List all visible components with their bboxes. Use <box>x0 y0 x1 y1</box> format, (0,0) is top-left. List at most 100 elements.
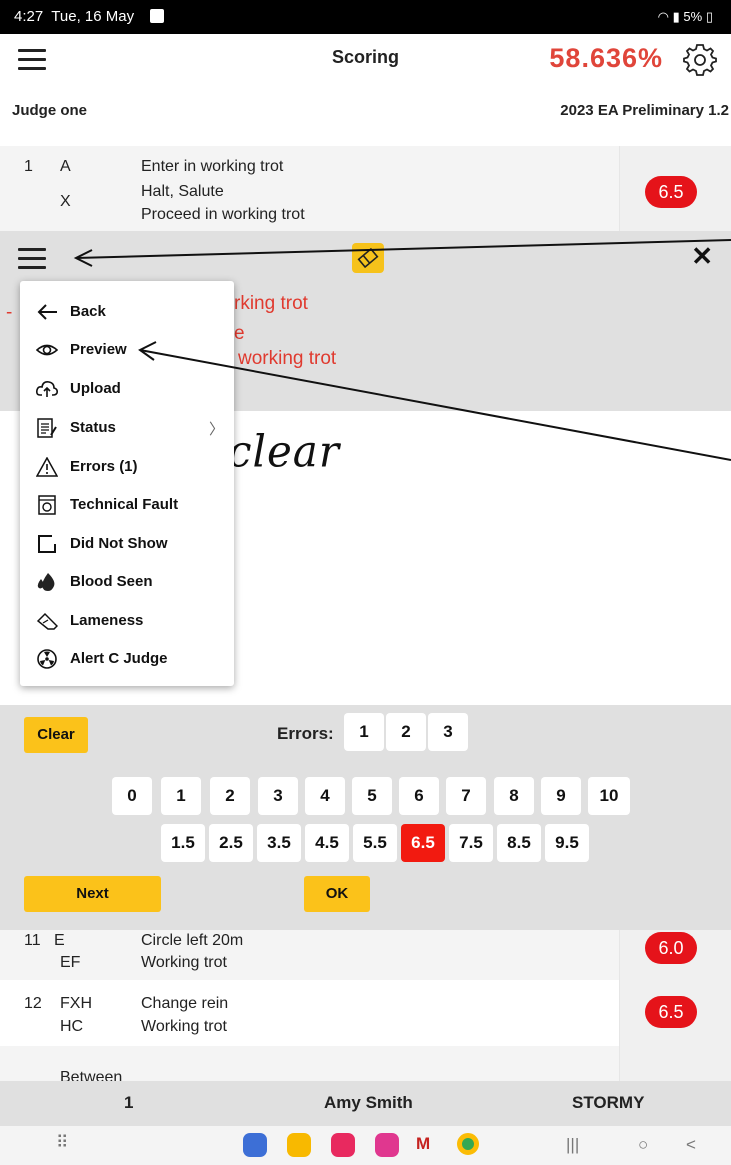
recents-button[interactable]: ||| <box>566 1135 579 1155</box>
movement-row-partial[interactable]: Between <box>0 1046 731 1081</box>
menu-item-label: Errors (1) <box>70 458 138 475</box>
movement-marker: HC <box>60 1018 84 1035</box>
menu-item-errors[interactable]: Errors (1) <box>20 448 234 486</box>
signal-icon: ▮ <box>672 9 680 24</box>
comment-text-line: e <box>234 323 245 344</box>
home-button[interactable]: ○ <box>638 1135 648 1155</box>
movement-description: Working trot <box>141 1018 227 1035</box>
mark-button-3[interactable]: 3 <box>258 777 298 815</box>
mark-badge: 6.5 <box>645 176 697 208</box>
cloud-upload-icon <box>36 381 58 397</box>
battery-level: 5% <box>683 9 703 24</box>
marks-keypad: Clear Errors: 1 2 3 0 1 2 3 4 5 6 7 8 9 … <box>0 705 731 930</box>
movement-description: Enter in working trot <box>141 158 284 175</box>
mark-button-3-5[interactable]: 3.5 <box>257 824 301 862</box>
movement-description: Change rein <box>141 995 229 1012</box>
movement-row-11[interactable]: 11 E EF Circle left 20m Working trot 6.0 <box>0 930 731 980</box>
mark-button-7[interactable]: 7 <box>446 777 486 815</box>
mark-button-8-5[interactable]: 8.5 <box>497 824 541 862</box>
mark-button-9-5[interactable]: 9.5 <box>545 824 589 862</box>
apps-grid-icon[interactable]: ⠿ <box>56 1133 68 1153</box>
mark-button-0[interactable]: 0 <box>112 777 152 815</box>
gear-icon[interactable] <box>683 42 717 76</box>
gmail-app-icon[interactable]: M <box>416 1134 430 1154</box>
mark-button-2-5[interactable]: 2.5 <box>209 824 253 862</box>
menu-item-alert-c-judge[interactable]: Alert C Judge <box>20 640 234 678</box>
menu-item-preview[interactable]: Preview <box>20 331 234 369</box>
eye-icon <box>36 344 58 356</box>
movement-description: Between <box>60 1069 123 1081</box>
editor-menu: Back Preview Upload Status 〉 Errors (1) … <box>20 281 234 686</box>
mark-button-6-5-selected[interactable]: 6.5 <box>401 824 445 862</box>
camera-app-icon[interactable] <box>331 1133 355 1157</box>
chrome-app-icon[interactable] <box>457 1133 479 1155</box>
clear-button[interactable]: Clear <box>24 717 88 753</box>
gallery-icon <box>150 9 164 23</box>
square-outline-icon <box>38 535 56 553</box>
judge-info-row: Judge one 2023 EA Preliminary 1.2 <box>0 94 731 132</box>
horse-name: STORMY <box>572 1093 645 1112</box>
menu-item-status[interactable]: Status 〉 <box>20 409 234 447</box>
mark-button-5[interactable]: 5 <box>352 777 392 815</box>
mark-button-7-5[interactable]: 7.5 <box>449 824 493 862</box>
mark-button-4[interactable]: 4 <box>305 777 345 815</box>
technical-fault-icon <box>38 495 56 515</box>
status-bar: 4:27 Tue, 16 May ◠ ▮ 5% ▯ <box>0 0 731 34</box>
close-icon[interactable]: ✕ <box>691 241 713 272</box>
error-button-3[interactable]: 3 <box>428 713 468 751</box>
menu-item-did-not-show[interactable]: Did Not Show <box>20 525 234 563</box>
mark-button-5-5[interactable]: 5.5 <box>353 824 397 862</box>
competitor-bar: 1 Amy Smith STORMY <box>0 1081 731 1126</box>
comment-fragment: - <box>6 302 13 323</box>
chevron-right-icon: 〉 <box>208 421 224 438</box>
menu-item-lameness[interactable]: Lameness <box>20 602 234 640</box>
movement-description: Halt, Salute <box>141 183 224 200</box>
movement-marker: X <box>60 193 71 210</box>
judge-name: Judge one <box>12 102 88 119</box>
test-name: 2023 EA Preliminary 1.2 <box>560 102 729 119</box>
ok-button[interactable]: OK <box>304 876 370 912</box>
next-button[interactable]: Next <box>24 876 161 912</box>
wifi-icon: ◠ <box>657 9 670 24</box>
movement-marker: FXH <box>60 995 92 1012</box>
mark-button-6[interactable]: 6 <box>399 777 439 815</box>
droplets-icon <box>37 573 55 591</box>
movement-description: Circle left 20m <box>141 932 244 949</box>
horse-leg-icon <box>36 612 58 630</box>
error-button-1[interactable]: 1 <box>344 713 384 751</box>
hamburger-icon[interactable] <box>18 248 46 270</box>
eraser-icon[interactable] <box>352 243 384 273</box>
menu-item-upload[interactable]: Upload <box>20 370 234 408</box>
movement-marker: EF <box>60 954 81 971</box>
mark-button-2[interactable]: 2 <box>210 777 250 815</box>
menu-item-label: Back <box>70 303 106 320</box>
system-nav-bar: ⠿ M ||| ○ < <box>0 1126 731 1165</box>
movement-row-1[interactable]: 1 A X Enter in working trot Halt, Salute… <box>0 146 731 231</box>
menu-item-blood-seen[interactable]: Blood Seen <box>20 563 234 601</box>
back-button[interactable]: < <box>686 1135 696 1155</box>
mark-cell <box>619 1046 731 1081</box>
menu-item-technical-fault[interactable]: Technical Fault <box>20 486 234 524</box>
handwritten-comment: clear <box>228 425 340 478</box>
menu-item-label: Technical Fault <box>70 496 179 513</box>
movement-description: Working trot <box>141 954 227 971</box>
mark-button-8[interactable]: 8 <box>494 777 534 815</box>
mark-button-9[interactable]: 9 <box>541 777 581 815</box>
mark-button-10[interactable]: 10 <box>588 777 630 815</box>
mark-button-1-5[interactable]: 1.5 <box>161 824 205 862</box>
mark-button-4-5[interactable]: 4.5 <box>305 824 349 862</box>
error-button-2[interactable]: 2 <box>386 713 426 751</box>
mark-badge: 6.5 <box>645 996 697 1028</box>
movement-row-12[interactable]: 12 FXH HC Change rein Working trot 6.5 <box>0 980 731 1046</box>
files-app-icon[interactable] <box>287 1133 311 1157</box>
comment-text-line: rking trot <box>234 293 308 314</box>
blossom-app-icon[interactable] <box>375 1133 399 1157</box>
movement-marker: E <box>54 932 65 949</box>
battery-icon: ▯ <box>705 9 713 24</box>
mark-button-1[interactable]: 1 <box>161 777 201 815</box>
errors-label: Errors: <box>277 724 334 743</box>
movement-number: 1 <box>24 158 33 175</box>
movement-number: 11 <box>24 932 41 949</box>
settings-app-icon[interactable] <box>243 1133 267 1157</box>
menu-item-back[interactable]: Back <box>20 293 234 331</box>
